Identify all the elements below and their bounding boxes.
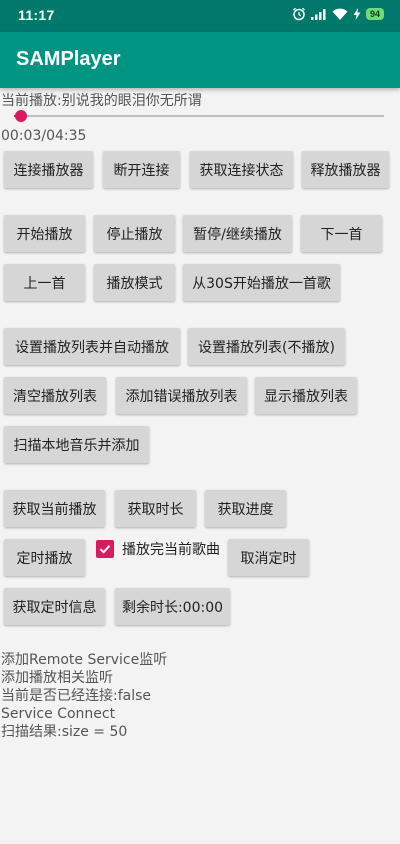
stop-play-button[interactable]: 停止播放 xyxy=(94,215,175,252)
stop-after-current-checkbox[interactable]: 播放完当前歌曲 xyxy=(96,539,220,559)
log-line: 扫描结果:size = 50 xyxy=(1,724,128,740)
checkbox-checked-icon[interactable] xyxy=(96,540,114,558)
alarm-icon xyxy=(293,7,305,21)
seek-track xyxy=(14,115,384,117)
signal-icon xyxy=(310,9,326,20)
release-player-button[interactable]: 释放播放器 xyxy=(302,151,389,188)
wifi-icon xyxy=(332,8,348,20)
battery-icon: 94 xyxy=(365,8,384,20)
disconnect-button[interactable]: 断开连接 xyxy=(103,151,180,188)
log-line: 添加Remote Service监听 xyxy=(1,652,168,668)
prev-track-button[interactable]: 上一首 xyxy=(4,264,85,301)
clear-playlist-button[interactable]: 清空播放列表 xyxy=(4,377,106,414)
seekbar[interactable] xyxy=(14,110,384,122)
status-bar: 11:17 94 xyxy=(0,0,400,32)
status-time: 11:17 xyxy=(18,7,55,23)
app-bar: SAMPlayer xyxy=(0,32,400,88)
cancel-timer-button[interactable]: 取消定时 xyxy=(228,539,309,576)
checkbox-label: 播放完当前歌曲 xyxy=(122,542,220,558)
set-playlist-noplay-button[interactable]: 设置播放列表(不播放) xyxy=(188,328,345,365)
set-playlist-autoplay-button[interactable]: 设置播放列表并自动播放 xyxy=(4,328,180,365)
seek-thumb[interactable] xyxy=(15,110,27,122)
next-track-button[interactable]: 下一首 xyxy=(301,215,382,252)
log-line: Service Connect xyxy=(1,706,116,722)
show-playlist-button[interactable]: 显示播放列表 xyxy=(255,377,357,414)
timed-play-button[interactable]: 定时播放 xyxy=(4,539,85,576)
log-line: 添加播放相关监听 xyxy=(1,670,113,686)
get-duration-button[interactable]: 获取时长 xyxy=(115,490,196,527)
time-readout: 00:03/04:35 xyxy=(1,128,87,144)
connect-button[interactable]: 连接播放器 xyxy=(4,151,93,188)
play-from-30s-button[interactable]: 从30S开始播放一首歌 xyxy=(183,264,340,301)
play-mode-button[interactable]: 播放模式 xyxy=(94,264,175,301)
status-icons: 94 xyxy=(292,7,384,21)
start-play-button[interactable]: 开始播放 xyxy=(4,215,85,252)
log-line: 当前是否已经连接:false xyxy=(1,688,152,704)
now-playing-label: 当前播放:别说我的眼泪你无所谓 xyxy=(1,93,202,109)
pause-resume-button[interactable]: 暂停/继续播放 xyxy=(183,215,292,252)
scan-local-music-button[interactable]: 扫描本地音乐并添加 xyxy=(4,426,149,463)
remaining-time-button[interactable]: 剩余时长:00:00 xyxy=(115,588,230,625)
add-error-playlist-button[interactable]: 添加错误播放列表 xyxy=(116,377,247,414)
log-output: 添加Remote Service监听 添加播放相关监听 当前是否已经连接:fal… xyxy=(1,651,167,741)
charging-icon xyxy=(353,8,361,20)
get-timer-info-button[interactable]: 获取定时信息 xyxy=(4,588,105,625)
app-title: SAMPlayer xyxy=(16,48,121,70)
get-connect-state-button[interactable]: 获取连接状态 xyxy=(190,151,293,188)
get-progress-button[interactable]: 获取进度 xyxy=(205,490,286,527)
get-current-play-button[interactable]: 获取当前播放 xyxy=(4,490,105,527)
